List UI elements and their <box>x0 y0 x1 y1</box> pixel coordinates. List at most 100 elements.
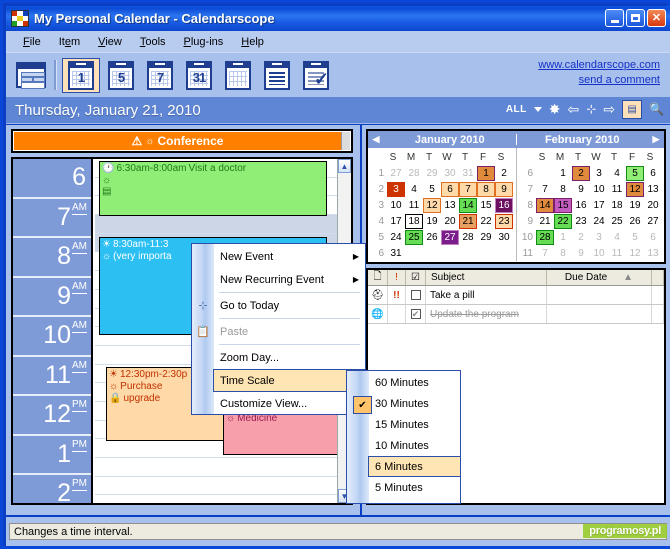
mini-day-cell[interactable]: 23 <box>572 214 590 229</box>
complete-col-icon[interactable]: ☑ <box>406 270 426 285</box>
mini-day-cell[interactable]: 12 <box>626 181 644 197</box>
task-checkbox[interactable]: ✔ <box>410 309 421 319</box>
mini-day-cell[interactable] <box>405 246 423 261</box>
settings-icon[interactable]: ✸ <box>549 99 561 119</box>
today-icon[interactable]: ⊹ <box>586 99 596 119</box>
mini-day-cell[interactable]: 22 <box>477 214 495 229</box>
all-day-event[interactable]: ⚠ ☼ Conference <box>14 132 341 150</box>
priority-col-icon[interactable]: ! <box>388 270 406 285</box>
previous-icon[interactable]: ⇦ <box>568 99 580 119</box>
mini-day-cell[interactable]: 20 <box>441 214 459 229</box>
next-month-icon[interactable]: ▶ <box>648 134 664 145</box>
mini-day-cell[interactable]: 12 <box>423 197 441 213</box>
mini-day-cell[interactable]: 9 <box>572 182 590 197</box>
table-row[interactable]: 🌐 ✔ Update the program <box>368 305 664 324</box>
mini-day-cell[interactable]: 7 <box>459 181 477 197</box>
mini-day-cell[interactable]: 5 <box>626 230 644 245</box>
mini-day-cell[interactable]: 26 <box>423 230 441 245</box>
mini-day-cell[interactable]: 3 <box>590 166 608 181</box>
submenu-item-5-minutes[interactable]: 5 Minutes <box>369 477 460 498</box>
column-subject[interactable]: Subject <box>426 270 547 285</box>
mini-day-cell[interactable]: 6 <box>644 230 662 245</box>
maximize-button[interactable] <box>626 9 645 27</box>
mini-day-cell[interactable]: 8 <box>477 181 495 197</box>
toolbar-window-button[interactable] <box>13 59 49 92</box>
mini-day-cell[interactable]: 19 <box>423 214 441 229</box>
mini-day-cell[interactable]: 13 <box>441 198 459 213</box>
scroll-up-icon[interactable]: ▲ <box>338 159 351 173</box>
mini-day-cell[interactable]: 6 <box>441 181 459 197</box>
mini-day-cell[interactable]: 21 <box>459 213 477 229</box>
time-slot[interactable] <box>95 215 337 234</box>
note-col-icon[interactable]: 🗋 <box>368 270 388 285</box>
mini-day-cell[interactable]: 27 <box>387 166 405 181</box>
mini-day-cell[interactable]: 29 <box>477 230 495 245</box>
mini-day-cell[interactable]: 19 <box>626 198 644 213</box>
mini-day-cell[interactable]: 6 <box>644 166 662 181</box>
mini-day-cell[interactable]: 26 <box>626 214 644 229</box>
mini-day-cell[interactable]: 28 <box>405 166 423 181</box>
mini-day-cell[interactable]: 2 <box>572 230 590 245</box>
toolbar-day-view-button[interactable]: 1 <box>62 57 100 93</box>
send-comment-link[interactable]: send a comment <box>538 73 660 88</box>
mini-day-cell[interactable]: 4 <box>608 230 626 245</box>
menu-view[interactable]: View <box>89 34 131 50</box>
menu-tools[interactable]: Tools <box>131 34 175 50</box>
mini-day-cell[interactable]: 20 <box>644 198 662 213</box>
mini-day-cell[interactable]: 4 <box>405 182 423 197</box>
mini-day-cell[interactable]: 7 <box>536 246 554 261</box>
time-slot[interactable] <box>95 458 337 477</box>
toolbar-list-view-button[interactable] <box>259 59 295 92</box>
mini-day-cell[interactable]: 24 <box>590 214 608 229</box>
mini-day-cell[interactable]: 25 <box>405 229 423 245</box>
menu-file[interactable]: File <box>14 34 50 50</box>
next-icon[interactable]: ⇨ <box>603 99 615 119</box>
toolbar-week-view-button[interactable]: 7 <box>142 59 178 92</box>
mini-day-cell[interactable]: 21 <box>536 214 554 229</box>
mini-day-cell[interactable]: 8 <box>554 182 572 197</box>
menu-item-go-to-today[interactable]: ⊹ Go to Today <box>198 294 365 317</box>
menu-item-new-event[interactable]: New Event ▶ <box>214 245 365 268</box>
mini-day-cell[interactable]: 11 <box>608 182 626 197</box>
mini-day-cell[interactable]: 4 <box>608 166 626 181</box>
menu-item[interactable]: Item <box>50 34 89 50</box>
time-slot[interactable] <box>95 476 337 496</box>
mini-day-cell[interactable]: 17 <box>590 198 608 213</box>
mini-day-cell[interactable]: 11 <box>608 246 626 261</box>
mini-day-cell[interactable]: 13 <box>644 246 662 261</box>
menu-item-zoom-day[interactable]: Zoom Day... <box>214 346 365 369</box>
mini-day-cell[interactable]: 25 <box>608 214 626 229</box>
toolbar-work-week-button[interactable]: 5 <box>103 59 139 92</box>
submenu-item-60-minutes[interactable]: 60 Minutes <box>369 372 460 393</box>
calendar-icon[interactable]: ▤ <box>622 99 643 119</box>
submenu-item-15-minutes[interactable]: 15 Minutes <box>369 414 460 435</box>
time-slot[interactable] <box>95 495 337 503</box>
column-due-date[interactable]: Due Date ▲ <box>547 270 652 285</box>
mini-day-cell[interactable] <box>459 246 477 261</box>
mini-day-cell[interactable]: 16 <box>572 198 590 213</box>
mini-day-cell[interactable]: 10 <box>387 198 405 213</box>
mini-day-cell[interactable] <box>423 246 441 261</box>
mini-day-cell[interactable]: 31 <box>387 246 405 261</box>
mini-day-cell[interactable]: 13 <box>644 182 662 197</box>
mini-day-cell[interactable]: 27 <box>441 229 459 245</box>
toolbar-task-view-button[interactable]: ✓ <box>298 59 334 92</box>
mini-day-cell[interactable] <box>536 166 554 181</box>
all-day-scrollbar[interactable] <box>341 132 350 150</box>
mini-day-cell[interactable]: 7 <box>536 182 554 197</box>
mini-day-cell[interactable]: 27 <box>644 214 662 229</box>
menu-plugins[interactable]: Plug-ins <box>175 34 233 50</box>
filter-label[interactable]: ALL <box>506 104 527 115</box>
mini-day-cell[interactable]: 2 <box>495 166 513 181</box>
submenu-item-6-minutes[interactable]: 6 Minutes <box>368 456 461 477</box>
website-link[interactable]: www.calendarscope.com <box>538 58 660 73</box>
mini-day-cell[interactable]: 1 <box>554 230 572 245</box>
mini-day-cell[interactable]: 23 <box>495 213 513 229</box>
mini-day-cell[interactable]: 17 <box>387 214 405 229</box>
mini-day-cell[interactable]: 1 <box>477 165 495 181</box>
mini-day-cell[interactable]: 24 <box>387 230 405 245</box>
mini-day-cell[interactable]: 12 <box>626 246 644 261</box>
mini-day-cell[interactable]: 18 <box>405 213 423 229</box>
close-button[interactable]: ✕ <box>647 9 666 27</box>
table-row[interactable]: ⛑ !! Take a pill <box>368 286 664 305</box>
